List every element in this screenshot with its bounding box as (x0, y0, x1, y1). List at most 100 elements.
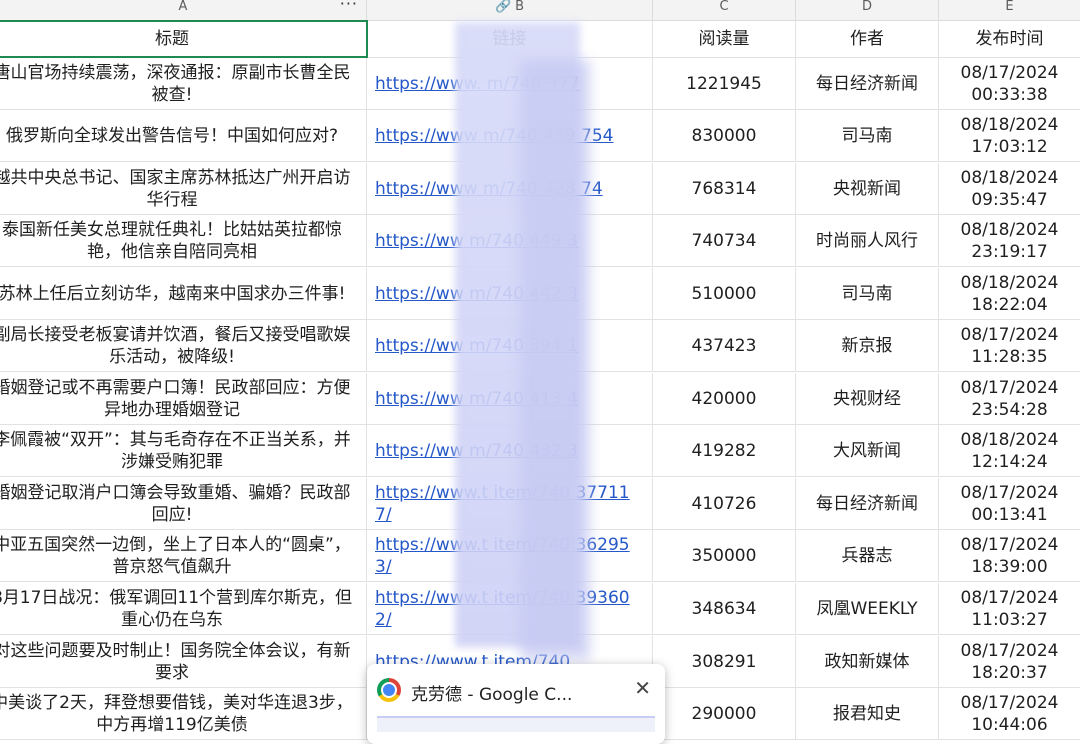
header-cell-time[interactable]: 发布时间 (939, 20, 1080, 57)
read-count-cell[interactable]: 740734 (653, 215, 796, 266)
author-name: 每日经济新闻 (816, 493, 918, 514)
author-name: 司马南 (841, 283, 893, 304)
author-name-cell[interactable]: 兵器志 (796, 530, 939, 581)
publish-time-cell[interactable]: 08/17/2024 18:20:37 (939, 636, 1080, 687)
article-title-cell[interactable]: 俄罗斯向全球发出警告信号！中国如何应对? (0, 110, 367, 161)
tab-preview-popup[interactable]: 克劳德 - Google C... ✕ (367, 664, 665, 744)
publish-time: 08/18/2024 23:19:17 (960, 219, 1059, 262)
publish-time-cell[interactable]: 08/18/2024 09:35:47 (939, 163, 1080, 214)
article-title: 中美谈了2天，拜登想要借钱，美对华连退3步，中方再增119亿美债 (0, 692, 353, 735)
author-name-cell[interactable]: 每日经济新闻 (796, 478, 939, 529)
author-name: 时尚丽人风行 (816, 230, 918, 251)
author-name-cell[interactable]: 时尚丽人风行 (796, 215, 939, 266)
author-name-cell[interactable]: 新京报 (796, 320, 939, 371)
author-name: 每日经济新闻 (816, 73, 918, 94)
article-title-cell[interactable]: 李佩霞被“双开”：其与毛奇存在不正当关系，并涉嫌受贿犯罪 (0, 425, 367, 476)
publish-time-cell[interactable]: 08/18/2024 23:19:17 (939, 215, 1080, 266)
read-count-cell[interactable]: 420000 (653, 373, 796, 424)
article-title-cell[interactable]: 泰国新任美女总理就任典礼！比姑姑英拉都惊艳，他信亲自陪同亮相 (0, 215, 367, 266)
publish-time: 08/17/2024 23:54:28 (960, 377, 1059, 420)
article-title-cell[interactable]: 婚姻登记取消户口簿会导致重婚、骗婚？民政部回应! (0, 478, 367, 529)
author-name-cell[interactable]: 每日经济新闻 (796, 58, 939, 109)
close-icon[interactable]: ✕ (634, 676, 651, 700)
article-title: 苏林上任后立刻访华，越南来中国求办三件事! (0, 283, 346, 304)
article-title: 副局长接受老板宴请并饮酒，餐后又接受唱歌娱乐活动，被降级! (0, 324, 351, 367)
article-title-cell[interactable]: 中美谈了2天，拜登想要借钱，美对华连退3步，中方再增119亿美债 (0, 688, 367, 739)
article-title-cell[interactable]: 唐山官场持续震荡，深夜通报：原副市长曹全民被查! (0, 58, 367, 109)
publish-time: 08/17/2024 18:20:37 (960, 640, 1059, 683)
article-title: 对这些问题要及时制止！国务院全体会议，有新要求 (0, 640, 351, 683)
author-name: 央视新闻 (833, 178, 901, 199)
author-name: 央视财经 (833, 388, 901, 409)
publish-time-cell[interactable]: 08/17/2024 10:44:06 (939, 688, 1080, 739)
read-count: 437423 (691, 335, 757, 356)
article-title-cell[interactable]: 婚姻登记或不再需要户口簿！民政部回应：方便异地办理婚姻登记 (0, 373, 367, 424)
author-name-cell[interactable]: 央视财经 (796, 373, 939, 424)
author-name: 凤凰WEEKLY (816, 598, 918, 619)
read-count-cell[interactable]: 437423 (653, 320, 796, 371)
read-count-cell[interactable]: 768314 (653, 163, 796, 214)
publish-time-cell[interactable]: 08/17/2024 11:03:27 (939, 583, 1080, 634)
column-a-header[interactable]: A ··· (0, 0, 367, 20)
article-title: 中亚五国突然一边倒，坐上了日本人的“圆桌”，普京怒气值飙升 (0, 534, 351, 577)
read-count: 308291 (691, 651, 757, 672)
read-count: 740734 (691, 230, 757, 251)
publish-time-cell[interactable]: 08/17/2024 00:33:38 (939, 58, 1080, 109)
article-title-cell[interactable]: 中亚五国突然一边倒，坐上了日本人的“圆桌”，普京怒气值飙升 (0, 530, 367, 581)
author-name-cell[interactable]: 凤凰WEEKLY (796, 583, 939, 634)
read-count: 510000 (691, 283, 757, 304)
read-count-cell[interactable]: 308291 (653, 636, 796, 687)
header-cell-title[interactable]: 标题 (0, 20, 367, 57)
read-count-cell[interactable]: 419282 (653, 425, 796, 476)
read-count-cell[interactable]: 830000 (653, 110, 796, 161)
publish-time: 08/17/2024 00:33:38 (960, 62, 1059, 105)
read-count-cell[interactable]: 510000 (653, 268, 796, 319)
header-cell-reads[interactable]: 阅读量 (653, 20, 796, 57)
read-count-cell[interactable]: 1221945 (653, 58, 796, 109)
publish-time: 08/17/2024 18:39:00 (960, 534, 1059, 577)
publish-time: 08/17/2024 11:03:27 (960, 587, 1059, 630)
article-title-cell[interactable]: 副局长接受老板宴请并饮酒，餐后又接受唱歌娱乐活动，被降级! (0, 320, 367, 371)
read-count-cell[interactable]: 290000 (653, 688, 796, 739)
publish-time: 08/18/2024 18:22:04 (960, 272, 1059, 315)
read-count: 830000 (691, 125, 757, 146)
publish-time-cell[interactable]: 08/17/2024 18:39:00 (939, 530, 1080, 581)
publish-time-cell[interactable]: 08/18/2024 12:14:24 (939, 425, 1080, 476)
column-menu-icon[interactable]: ··· (340, 0, 358, 12)
read-count: 768314 (691, 178, 757, 199)
read-count: 350000 (691, 545, 757, 566)
author-name-cell[interactable]: 政知新媒体 (796, 636, 939, 687)
author-name: 兵器志 (841, 545, 893, 566)
publish-time-cell[interactable]: 08/18/2024 17:03:12 (939, 110, 1080, 161)
article-title-cell[interactable]: 苏林上任后立刻访华，越南来中国求办三件事! (0, 268, 367, 319)
read-count: 290000 (691, 703, 757, 724)
author-name-cell[interactable]: 司马南 (796, 110, 939, 161)
article-title: 俄罗斯向全球发出警告信号！中国如何应对? (5, 125, 339, 146)
publish-time-cell[interactable]: 08/17/2024 23:54:28 (939, 373, 1080, 424)
column-c-header[interactable]: C (653, 0, 796, 20)
publish-time-cell[interactable]: 08/17/2024 11:28:35 (939, 320, 1080, 371)
redaction-blur-overlay (520, 60, 590, 660)
publish-time-cell[interactable]: 08/17/2024 00:13:41 (939, 478, 1080, 529)
publish-time: 08/18/2024 09:35:47 (960, 167, 1059, 210)
column-b-header[interactable]: 🔗 B (367, 0, 653, 20)
read-count-cell[interactable]: 410726 (653, 478, 796, 529)
article-title: 婚姻登记或不再需要户口簿！民政部回应：方便异地办理婚姻登记 (0, 377, 351, 420)
read-count-cell[interactable]: 348634 (653, 583, 796, 634)
author-name-cell[interactable]: 央视新闻 (796, 163, 939, 214)
article-title-cell[interactable]: 越共中央总书记、国家主席苏林抵达广州开启访华行程 (0, 163, 367, 214)
article-title-cell[interactable]: 8月17日战况：俄军调回11个营到库尔斯克，但重心仍在乌东 (0, 583, 367, 634)
author-name-cell[interactable]: 司马南 (796, 268, 939, 319)
publish-time-cell[interactable]: 08/18/2024 18:22:04 (939, 268, 1080, 319)
column-c-letter: C (719, 0, 729, 14)
article-title: 泰国新任美女总理就任典礼！比姑姑英拉都惊艳，他信亲自陪同亮相 (2, 219, 342, 262)
read-count-cell[interactable]: 350000 (653, 530, 796, 581)
header-cell-author[interactable]: 作者 (796, 20, 939, 57)
column-d-header[interactable]: D (796, 0, 939, 20)
author-name-cell[interactable]: 报君知史 (796, 688, 939, 739)
column-e-header[interactable]: E (939, 0, 1080, 20)
article-title-cell[interactable]: 对这些问题要及时制止！国务院全体会议，有新要求 (0, 636, 367, 687)
column-d-letter: D (861, 0, 872, 14)
column-e-letter: E (1005, 0, 1014, 14)
author-name-cell[interactable]: 大风新闻 (796, 425, 939, 476)
